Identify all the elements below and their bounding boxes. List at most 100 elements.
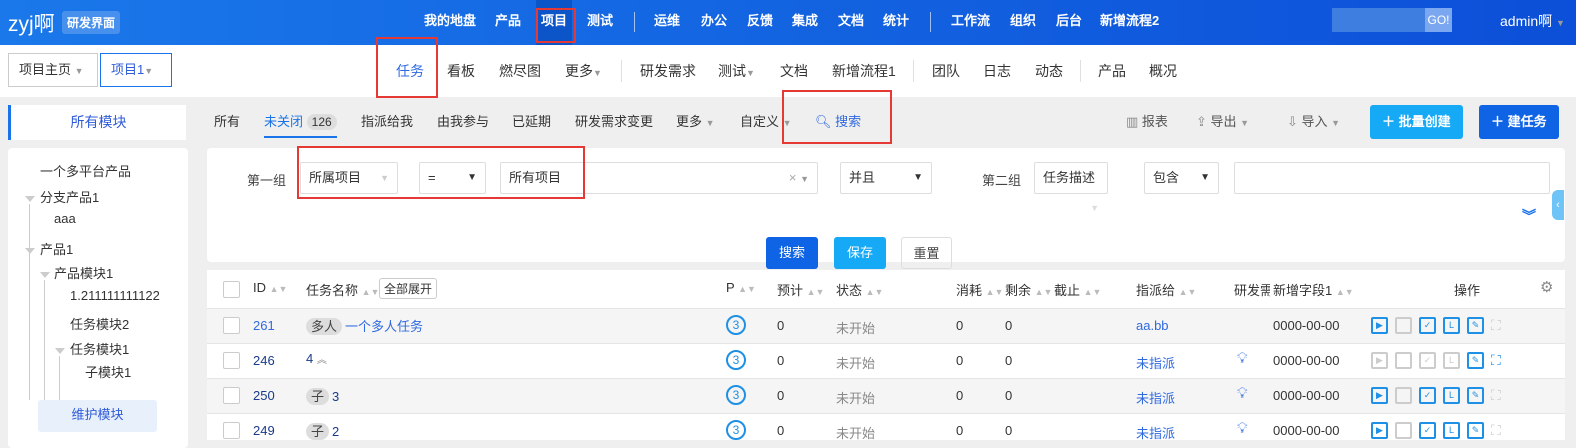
breadcrumb-project-home[interactable]: 项目主页 ▼: [8, 53, 98, 87]
col-field1[interactable]: 新增字段1 ▲▼: [1273, 280, 1354, 299]
gear-icon[interactable]: ⚙: [1540, 278, 1553, 296]
create-task-button[interactable]: ＋ 建任务: [1479, 105, 1559, 139]
field2-select[interactable]: 任务描述 ▼: [1034, 162, 1108, 213]
nav-admin[interactable]: 后台: [1056, 0, 1082, 45]
nav-doc[interactable]: 文档: [838, 0, 864, 45]
task-name-cell[interactable]: 子3: [306, 386, 339, 405]
clock-icon[interactable]: L: [1443, 387, 1460, 404]
nav-org[interactable]: 组织: [1010, 0, 1036, 45]
field1-select[interactable]: 所属项目 ▼: [300, 162, 398, 194]
tab-team[interactable]: 团队: [932, 45, 960, 97]
subtask-icon[interactable]: ⛶: [1491, 387, 1501, 404]
value1-select[interactable]: 所有项目 × ▼: [500, 162, 818, 194]
task-id[interactable]: 261: [253, 318, 275, 333]
expand-all-button[interactable]: 全部展开: [379, 278, 438, 299]
reset-button[interactable]: 重置: [901, 237, 952, 269]
app-logo[interactable]: zyj啊: [8, 8, 55, 38]
assigned-to[interactable]: 未指派: [1136, 388, 1175, 407]
filter-delayed[interactable]: 已延期: [512, 112, 551, 132]
play-icon[interactable]: ▶: [1371, 387, 1388, 404]
tab-log[interactable]: 日志: [983, 45, 1011, 97]
collapse-icon[interactable]: [25, 248, 35, 254]
power-icon[interactable]: [1395, 352, 1412, 369]
breadcrumb-project1[interactable]: 项目1▼: [100, 53, 172, 87]
col-id[interactable]: ID ▲▼: [253, 280, 287, 295]
nav-product[interactable]: 产品: [495, 0, 521, 45]
nav-test[interactable]: 测试: [587, 0, 613, 45]
nav-office[interactable]: 办公: [701, 0, 727, 45]
assigned-to[interactable]: aa.bb: [1136, 318, 1169, 333]
tab-kanban[interactable]: 看板: [447, 45, 475, 97]
col-deadline[interactable]: 截止 ▲▼: [1054, 280, 1101, 299]
power-icon[interactable]: [1395, 317, 1412, 334]
play-icon[interactable]: ▶: [1371, 422, 1388, 439]
report-button[interactable]: ▥ 报表: [1126, 106, 1168, 138]
clock-icon[interactable]: L: [1443, 422, 1460, 439]
power-icon[interactable]: [1395, 422, 1412, 439]
assigned-to[interactable]: 未指派: [1136, 353, 1175, 372]
col-consumed[interactable]: 消耗 ▲▼: [956, 280, 1003, 299]
nav-new-flow2[interactable]: 新增流程2: [1100, 0, 1159, 45]
tab-story[interactable]: 研发需求: [640, 45, 696, 97]
export-button[interactable]: ⇪ 导出 ▼: [1196, 106, 1249, 138]
play-icon[interactable]: ▶: [1371, 352, 1388, 369]
row-checkbox[interactable]: [223, 317, 240, 334]
check-icon[interactable]: ✓: [1419, 387, 1436, 404]
row-checkbox[interactable]: [223, 422, 240, 439]
tree-item[interactable]: 任务模块1: [70, 339, 129, 358]
col-left[interactable]: 剩余 ▲▼: [1005, 280, 1052, 299]
nav-ops[interactable]: 运维: [654, 0, 680, 45]
tree-item[interactable]: 任务模块2: [70, 314, 129, 333]
nav-project[interactable]: 项目: [536, 0, 573, 45]
tab-more[interactable]: 更多▼: [565, 45, 602, 97]
task-name-cell[interactable]: 4 ︽: [306, 351, 327, 366]
task-id[interactable]: 249: [253, 423, 275, 438]
tab-burndown[interactable]: 燃尽图: [499, 45, 541, 97]
edit-icon[interactable]: ✎: [1467, 422, 1484, 439]
select-all-checkbox[interactable]: [223, 281, 240, 298]
user-menu[interactable]: admin啊 ▼: [1500, 0, 1565, 44]
tree-item[interactable]: aaa: [54, 211, 76, 226]
col-status[interactable]: 状态 ▲▼: [836, 280, 883, 299]
col-name[interactable]: 任务名称 ▲▼: [306, 280, 379, 299]
edit-icon[interactable]: ✎: [1467, 387, 1484, 404]
nav-stats[interactable]: 统计: [883, 0, 909, 45]
clock-icon[interactable]: L: [1443, 317, 1460, 334]
logic-select[interactable]: 并且 ▼: [840, 162, 932, 194]
filter-more[interactable]: 更多 ▼: [676, 112, 715, 133]
check-icon[interactable]: ✓: [1419, 352, 1436, 369]
col-estimate[interactable]: 预计 ▲▼: [777, 280, 824, 299]
tab-dynamic[interactable]: 动态: [1035, 45, 1063, 97]
col-assigned[interactable]: 指派给 ▲▼: [1136, 280, 1196, 299]
tab-product[interactable]: 产品: [1098, 45, 1126, 97]
task-name-cell[interactable]: 子2: [306, 421, 339, 440]
operator2-select[interactable]: 包含 ▼: [1144, 162, 1219, 194]
nav-integration[interactable]: 集成: [792, 0, 818, 45]
save-button[interactable]: 保存: [834, 237, 886, 269]
tab-new-flow1[interactable]: 新增流程1: [832, 45, 896, 97]
tree-item[interactable]: 分支产品1: [40, 187, 99, 206]
operator1-select[interactable]: = ▼: [419, 162, 486, 194]
filter-assigned-to-me[interactable]: 指派给我: [361, 112, 413, 132]
edit-icon[interactable]: ✎: [1467, 352, 1484, 369]
col-priority[interactable]: P ▲▼: [726, 280, 756, 295]
subtask-icon[interactable]: ⛶: [1491, 422, 1501, 439]
filter-custom[interactable]: 自定义 ▼: [740, 112, 792, 133]
tab-overview[interactable]: 概况: [1149, 45, 1177, 97]
value2-input[interactable]: [1234, 162, 1550, 194]
edit-icon[interactable]: ✎: [1467, 317, 1484, 334]
nav-feedback[interactable]: 反馈: [747, 0, 773, 45]
collapse-side-handle[interactable]: ‹: [1552, 190, 1564, 220]
lightbulb-icon[interactable]: 💡︎: [1237, 385, 1248, 402]
nav-my[interactable]: 我的地盘: [424, 0, 476, 45]
tab-test[interactable]: 测试▼: [718, 45, 755, 97]
row-checkbox[interactable]: [223, 352, 240, 369]
lightbulb-icon[interactable]: 💡︎: [1237, 350, 1248, 367]
table-row[interactable]: 261 多人 一个多人任务 3 0 未开始 0 0 aa.bb 0000-00-0…: [207, 308, 1565, 343]
collapse-icon[interactable]: [55, 348, 65, 354]
clock-icon[interactable]: L: [1443, 352, 1460, 369]
power-icon[interactable]: [1395, 387, 1412, 404]
filter-story-changed[interactable]: 研发需求变更: [575, 112, 653, 132]
import-button[interactable]: ⇩ 导入 ▼: [1287, 106, 1340, 138]
assigned-to[interactable]: 未指派: [1136, 423, 1175, 442]
